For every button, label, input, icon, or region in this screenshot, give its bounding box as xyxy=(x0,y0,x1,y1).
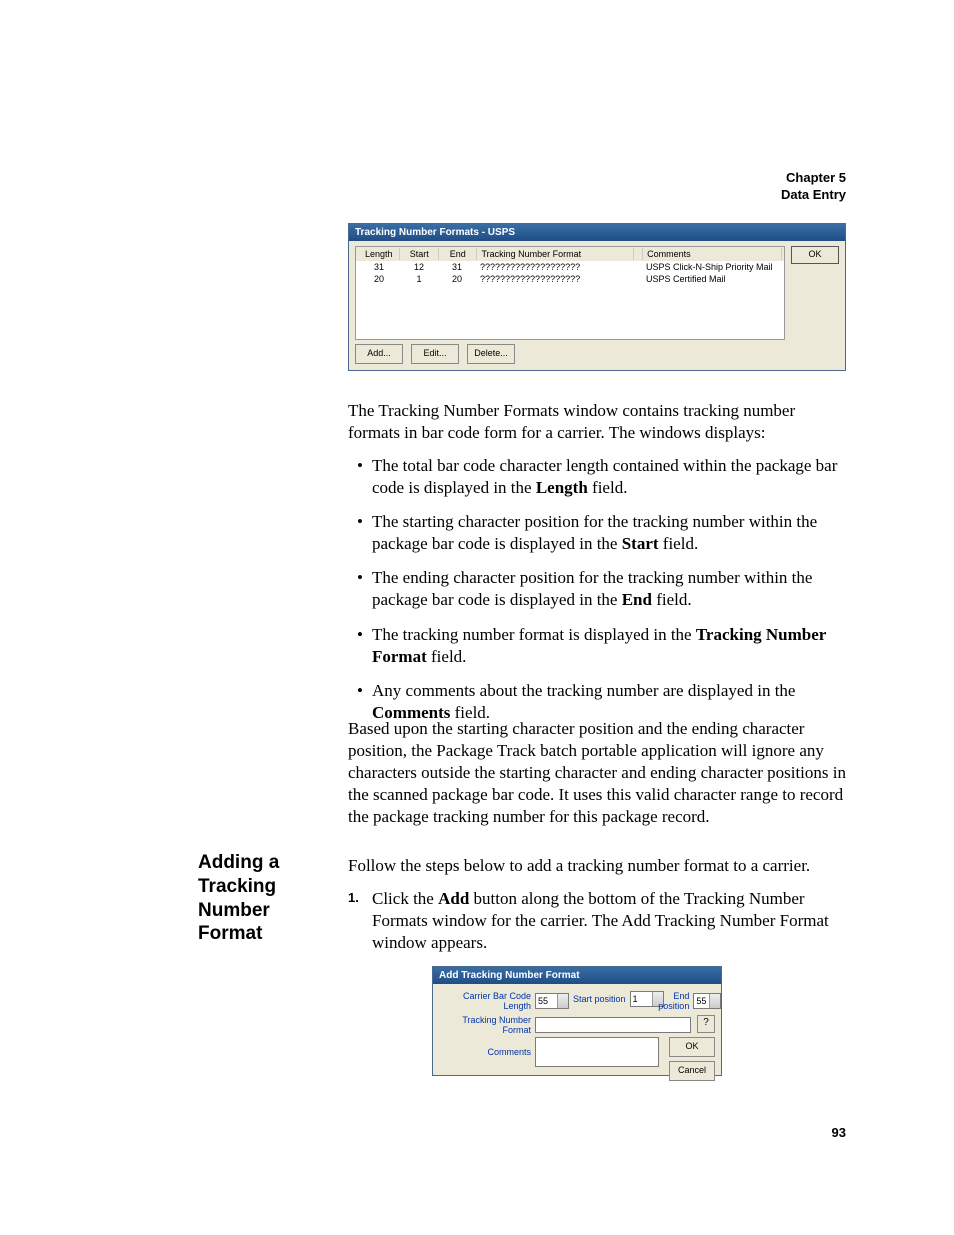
dialog-ok-button[interactable]: OK xyxy=(669,1037,715,1057)
end-position-input[interactable]: 55 xyxy=(693,993,721,1009)
delete-button[interactable]: Delete... xyxy=(467,344,515,364)
col-header-length[interactable]: Length xyxy=(358,248,400,260)
tracking-formats-window: Tracking Number Formats - USPS Length St… xyxy=(348,223,846,371)
steps-intro: Follow the steps below to add a tracking… xyxy=(348,855,846,877)
page-number: 93 xyxy=(832,1125,846,1140)
table-row[interactable]: 20 1 20 ???????????????????? USPS Certif… xyxy=(356,273,784,285)
page-header: Chapter 5 Data Entry xyxy=(781,170,846,204)
formats-list[interactable]: Length Start End Tracking Number Format … xyxy=(355,246,785,340)
cell-format: ???????????????????? xyxy=(476,273,634,285)
comments-input[interactable] xyxy=(535,1037,659,1067)
barcode-length-input[interactable]: 55 xyxy=(535,993,569,1009)
chapter-label: Chapter 5 xyxy=(781,170,846,187)
list-item: • The tracking number format is displaye… xyxy=(348,624,846,668)
tracking-format-input[interactable] xyxy=(535,1017,691,1033)
table-row[interactable]: 31 12 31 ???????????????????? USPS Click… xyxy=(356,261,784,273)
cell-start: 1 xyxy=(400,273,438,285)
cell-comments: USPS Certified Mail xyxy=(642,273,782,285)
col-header-format[interactable]: Tracking Number Format xyxy=(477,248,634,260)
list-item: • The ending character position for the … xyxy=(348,567,846,611)
explanation-paragraph: Based upon the starting character positi… xyxy=(348,718,846,828)
add-tracking-format-window: Add Tracking Number Format Carrier Bar C… xyxy=(432,966,722,1076)
help-button[interactable]: ? xyxy=(697,1015,715,1033)
ok-button[interactable]: OK xyxy=(791,246,839,264)
cell-format: ???????????????????? xyxy=(476,261,634,273)
end-position-label: End position xyxy=(651,991,689,1011)
barcode-length-label: Carrier Bar Code Length xyxy=(439,991,531,1011)
chapter-title: Data Entry xyxy=(781,187,846,204)
col-header-start[interactable]: Start xyxy=(400,248,439,260)
bullet-icon: • xyxy=(348,624,372,668)
comments-label: Comments xyxy=(439,1047,531,1057)
bullet-icon: • xyxy=(348,511,372,555)
edit-button[interactable]: Edit... xyxy=(411,344,459,364)
list-item: • The starting character position for th… xyxy=(348,511,846,555)
field-descriptions-list: • The total bar code character length co… xyxy=(348,455,846,736)
step-number: 1. xyxy=(348,888,372,954)
intro-paragraph: The Tracking Number Formats window conta… xyxy=(348,400,846,444)
dialog-title: Add Tracking Number Format xyxy=(433,967,721,984)
bullet-icon: • xyxy=(348,455,372,499)
cell-length: 20 xyxy=(358,273,400,285)
list-header: Length Start End Tracking Number Format … xyxy=(356,247,784,261)
col-header-comments[interactable]: Comments xyxy=(643,248,782,260)
add-button[interactable]: Add... xyxy=(355,344,403,364)
cell-end: 31 xyxy=(438,261,476,273)
cell-comments: USPS Click-N-Ship Priority Mail xyxy=(642,261,782,273)
tracking-format-label: Tracking Number Format xyxy=(439,1015,531,1035)
step-item: 1. Click the Add button along the bottom… xyxy=(348,888,846,954)
bullet-icon: • xyxy=(348,567,372,611)
col-header-end[interactable]: End xyxy=(439,248,478,260)
cell-length: 31 xyxy=(358,261,400,273)
cell-end: 20 xyxy=(438,273,476,285)
section-heading: Adding a Tracking Number Format xyxy=(198,851,328,946)
cell-start: 12 xyxy=(400,261,438,273)
start-position-label: Start position xyxy=(573,994,626,1004)
steps-list: 1. Click the Add button along the bottom… xyxy=(348,888,846,954)
list-item: • The total bar code character length co… xyxy=(348,455,846,499)
dialog-cancel-button[interactable]: Cancel xyxy=(669,1061,715,1081)
window-title: Tracking Number Formats - USPS xyxy=(349,224,845,241)
button-row: Add... Edit... Delete... xyxy=(355,344,515,364)
